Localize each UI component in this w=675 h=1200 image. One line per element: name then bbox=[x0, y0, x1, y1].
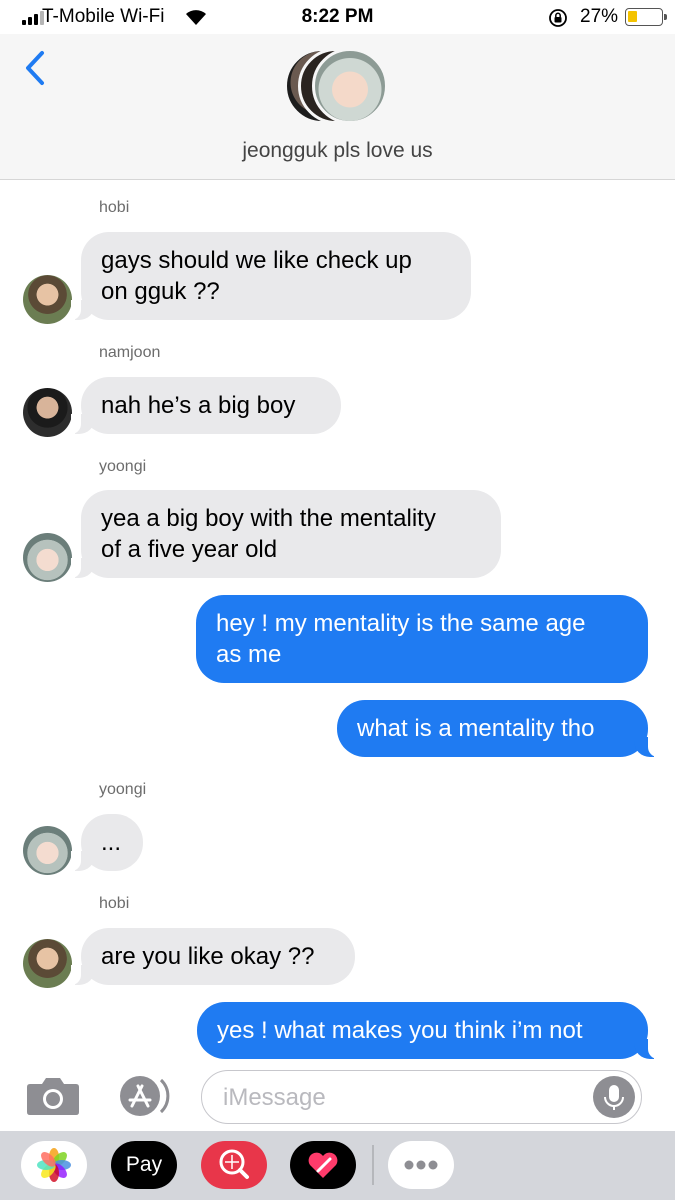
avatar bbox=[23, 275, 72, 324]
image-search-icon[interactable] bbox=[201, 1141, 267, 1189]
message-text: yes ! what makes you think i’m not bbox=[217, 1017, 583, 1044]
message-input[interactable]: iMessage bbox=[201, 1070, 642, 1124]
message-text: nah he’s a big boy bbox=[101, 392, 296, 419]
apple-pay-label: Pay bbox=[125, 1153, 163, 1176]
camera-icon[interactable] bbox=[26, 1074, 80, 1116]
status-time: 8:22 PM bbox=[301, 6, 374, 27]
message-text: of a five year old bbox=[101, 536, 278, 563]
apple-pay-icon[interactable]: Pay bbox=[111, 1141, 177, 1189]
incoming-message[interactable]: yea a big boy with the mentality of a fi… bbox=[71, 490, 501, 578]
message-text: yea a big boy with the mentality bbox=[101, 505, 436, 532]
status-bar: T-Mobile Wi-Fi 8:22 PM 27% bbox=[0, 0, 675, 34]
chevron-left-icon[interactable] bbox=[18, 48, 52, 88]
sender-name: hobi bbox=[99, 895, 130, 912]
battery-percent: 27% bbox=[580, 6, 619, 27]
app-drawer: Pay bbox=[0, 1131, 675, 1200]
outgoing-message[interactable]: yes ! what makes you think i’m not bbox=[197, 1002, 658, 1059]
sender-name: yoongi bbox=[99, 458, 147, 475]
incoming-message[interactable]: are you like okay ?? bbox=[71, 928, 355, 985]
avatar bbox=[23, 388, 72, 437]
message-text: are you like okay ?? bbox=[101, 943, 315, 970]
outgoing-message[interactable]: what is a mentality tho bbox=[337, 700, 658, 757]
sender-name: hobi bbox=[99, 199, 130, 216]
input-placeholder: iMessage bbox=[223, 1084, 326, 1111]
microphone-icon[interactable] bbox=[593, 1076, 635, 1118]
avatar bbox=[23, 826, 72, 875]
message-text: gays should we like check up bbox=[101, 247, 412, 274]
more-apps-icon[interactable] bbox=[388, 1141, 454, 1189]
sender-name: namjoon bbox=[99, 344, 161, 361]
sender-name: yoongi bbox=[99, 781, 147, 798]
message-text: hey ! my mentality is the same age bbox=[216, 610, 586, 637]
battery-icon bbox=[625, 8, 667, 26]
message-text: on gguk ?? bbox=[101, 278, 220, 305]
message-text: what is a mentality tho bbox=[357, 715, 595, 742]
group-avatar-stack[interactable] bbox=[284, 48, 394, 126]
incoming-message[interactable]: gays should we like check up on gguk ?? bbox=[71, 232, 471, 320]
app-store-icon[interactable] bbox=[114, 1074, 174, 1118]
group-name[interactable]: jeongguk pls love us bbox=[0, 139, 675, 163]
photos-app-icon[interactable] bbox=[21, 1141, 87, 1189]
rotation-lock-icon bbox=[549, 9, 567, 27]
outgoing-message[interactable]: hey ! my mentality is the same age as me bbox=[196, 595, 648, 683]
incoming-message[interactable]: ... bbox=[71, 814, 143, 871]
avatar bbox=[23, 533, 72, 582]
drawer-divider bbox=[372, 1145, 374, 1185]
message-text: as me bbox=[216, 641, 282, 668]
digital-touch-icon[interactable] bbox=[290, 1141, 356, 1189]
incoming-message[interactable]: nah he’s a big boy bbox=[71, 377, 341, 434]
avatar bbox=[23, 939, 72, 988]
message-text: ... bbox=[101, 829, 122, 856]
avatar bbox=[312, 48, 388, 124]
conversation-header: jeongguk pls love us bbox=[0, 34, 675, 180]
